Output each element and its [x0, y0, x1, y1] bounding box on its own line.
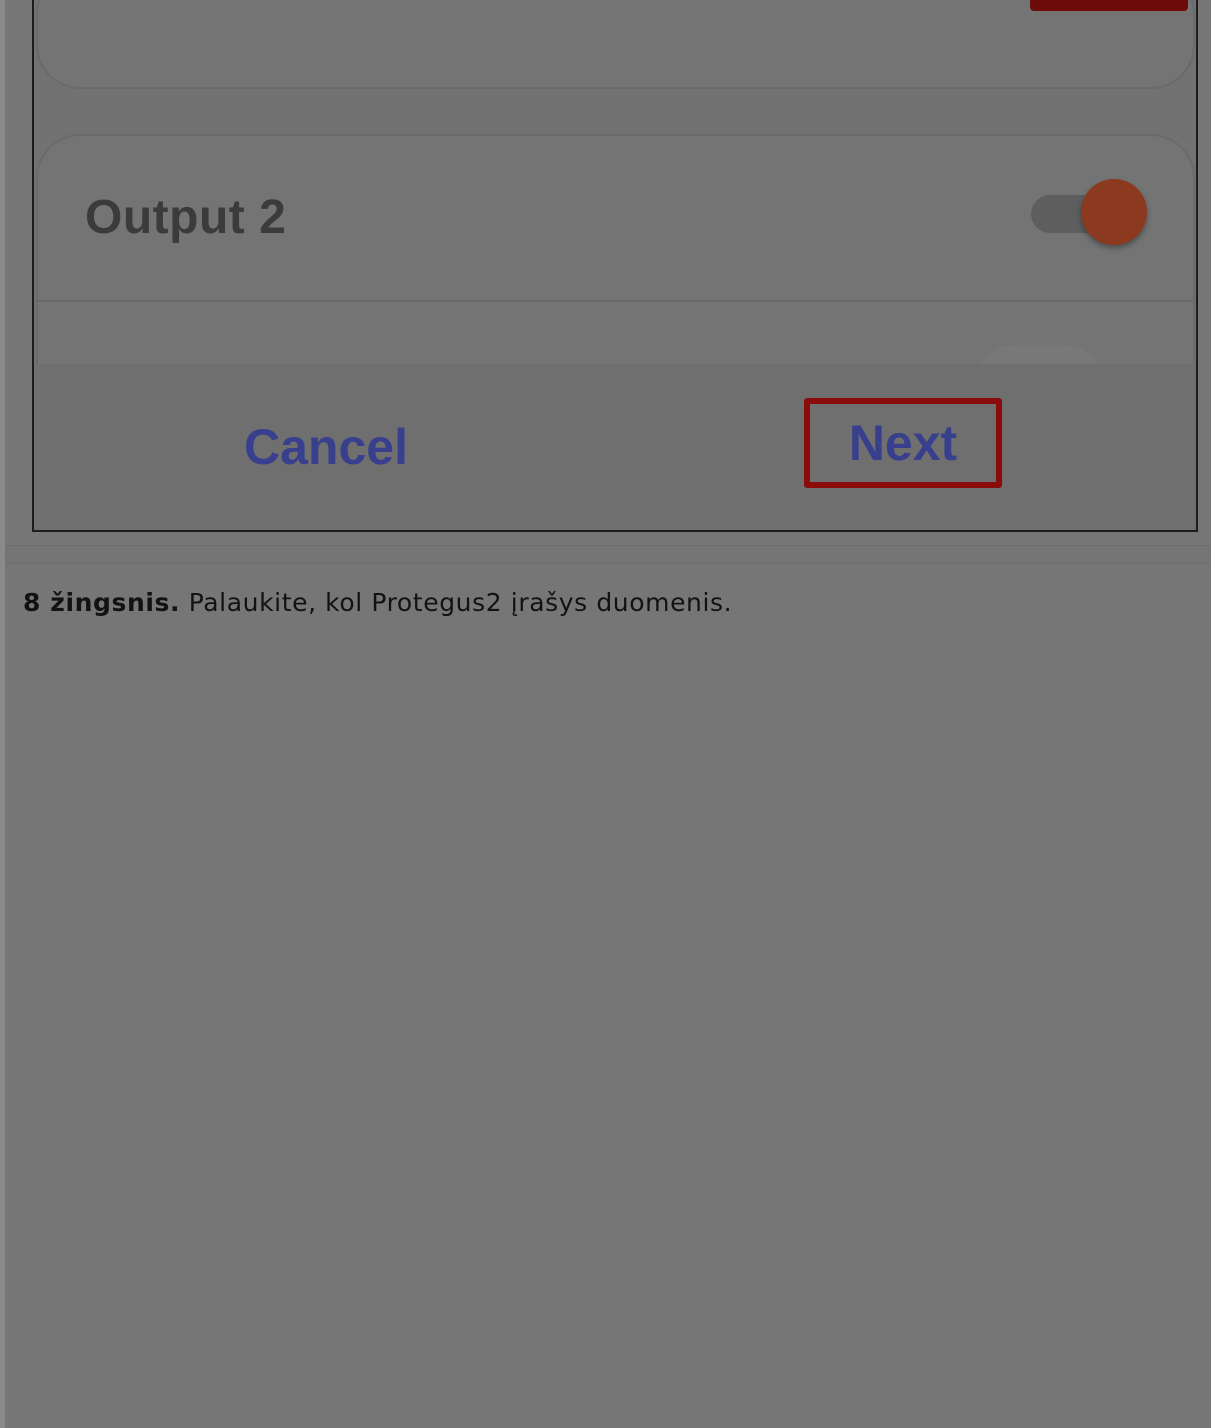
dialog-footer: Cancel Next: [34, 364, 1196, 530]
next-button[interactable]: Next: [810, 404, 996, 482]
page: Output 2 Cancel Next 8 žingsnis. Palauki…: [0, 0, 1211, 1428]
screenshot-figure: Output 2 Cancel Next: [5, 0, 1211, 546]
output-label: Output 2: [85, 191, 287, 244]
step-number: 8 žingsnis.: [23, 588, 181, 617]
step-description: Palaukite, kol Protegus2 įrašys duomenis…: [188, 588, 733, 617]
next-highlight-box: Next: [804, 398, 1002, 488]
card-divider: [38, 300, 1193, 302]
step-instruction: 8 žingsnis. Palaukite, kol Protegus2 įra…: [23, 588, 732, 617]
previous-output-card: [36, 0, 1195, 89]
step-section: 8 žingsnis. Palaukite, kol Protegus2 įra…: [5, 563, 1211, 1428]
output-toggle[interactable]: [1031, 179, 1151, 245]
screenshot-frame: Output 2 Cancel Next: [32, 0, 1198, 532]
toggle-thumb: [1081, 179, 1147, 245]
cancel-button[interactable]: Cancel: [244, 418, 408, 476]
previous-highlight-box: [1030, 0, 1188, 11]
